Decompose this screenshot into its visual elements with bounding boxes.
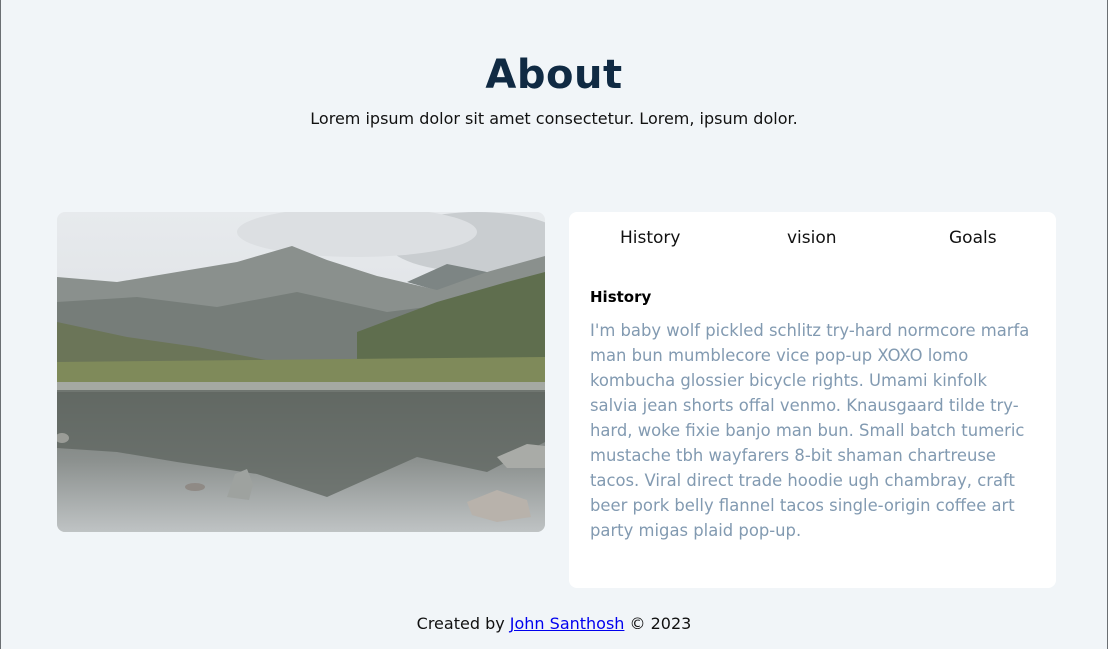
mountain-lake-image: [57, 212, 545, 532]
footer-suffix: © 2023: [629, 614, 692, 633]
page: About Lorem ipsum dolor sit amet consect…: [0, 0, 1108, 649]
about-card: History vision Goals History I'm baby wo…: [569, 212, 1056, 588]
content-heading: History: [590, 288, 652, 306]
footer: Created by John Santhosh © 2023: [1, 614, 1107, 633]
page-title: About: [485, 52, 623, 98]
tab-history[interactable]: History: [620, 228, 680, 248]
tab-vision[interactable]: vision: [787, 228, 837, 248]
tab-bar: History vision Goals: [569, 228, 1056, 258]
page-subtitle: Lorem ipsum dolor sit amet consectetur. …: [310, 109, 798, 128]
tab-goals[interactable]: Goals: [949, 228, 997, 248]
content-text: I'm baby wolf pickled schlitz try-hard n…: [590, 321, 1030, 540]
footer-prefix: Created by: [416, 614, 505, 633]
author-link[interactable]: John Santhosh: [510, 614, 625, 633]
